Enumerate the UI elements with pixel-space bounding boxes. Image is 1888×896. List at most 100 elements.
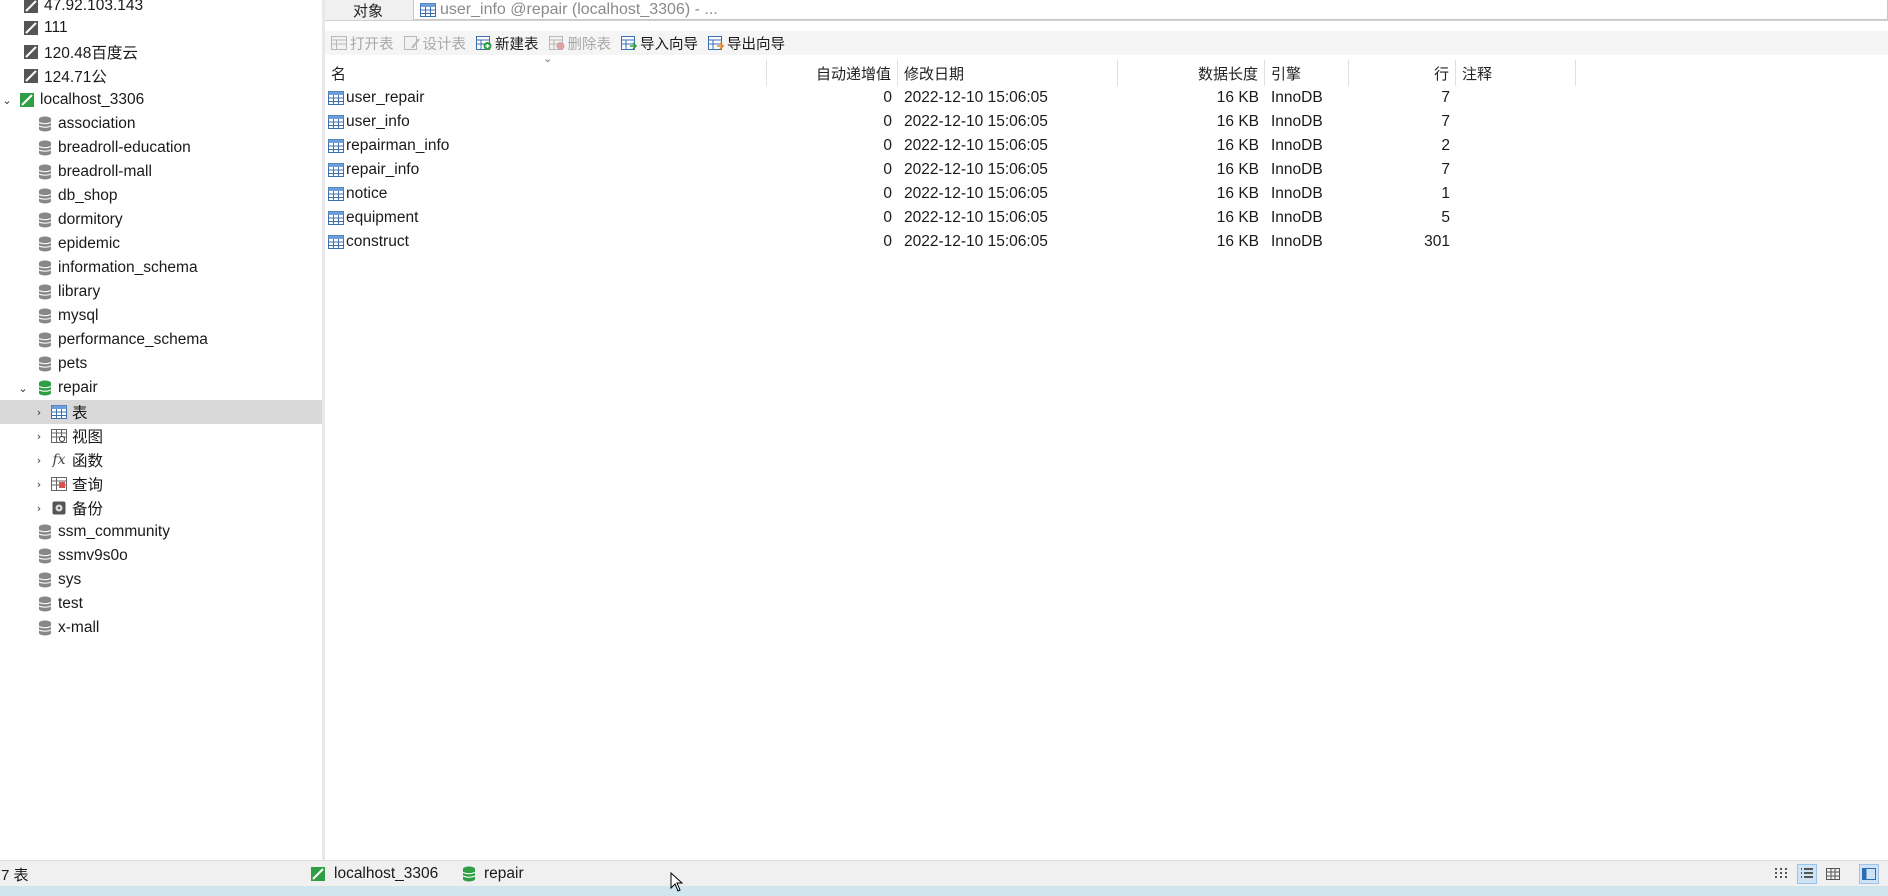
table-row[interactable]: user_info 0 2022-12-10 15:06:05 16 KB InnoDB… — [325, 110, 1565, 134]
tree-item-database[interactable]: x-mall — [0, 616, 322, 640]
detail-view-icon[interactable] — [1824, 865, 1842, 883]
tree-item-label: 函数 — [72, 453, 104, 470]
design-table-button[interactable]: 设计表 — [403, 33, 466, 54]
tree-item-database[interactable]: information_schema — [0, 256, 322, 280]
table-row[interactable]: construct 0 2022-12-10 15:06:05 16 KB InnoDB… — [325, 230, 1565, 254]
connection-tree[interactable]: 47.92.103.143 111 120.48百度云 124.71公 ⌄ lo… — [0, 0, 325, 860]
tree-item-database[interactable]: ssmv9s0o — [0, 544, 322, 568]
tree-item-label: breadroll-education — [58, 139, 191, 156]
tree-item-tables[interactable]: › 表 — [0, 400, 322, 424]
tree-item-database[interactable]: ssm_community — [0, 520, 322, 544]
table-row[interactable]: user_repair 0 2022-12-10 15:06:05 16 KB Inno… — [325, 86, 1565, 110]
database-icon — [36, 619, 54, 637]
database-icon — [36, 163, 54, 181]
chevron-down-icon[interactable]: ⌄ — [16, 382, 30, 395]
server-connection-icon — [22, 0, 40, 15]
delete-table-icon — [548, 36, 565, 50]
table-row[interactable]: repair_info 0 2022-12-10 15:06:05 16 KB Inno… — [325, 158, 1565, 182]
tree-item-views[interactable]: › 视图 — [0, 424, 322, 448]
sidebar-toggle-icon[interactable] — [1859, 864, 1879, 884]
table-icon — [420, 2, 436, 17]
tree-item-database[interactable]: pets — [0, 352, 322, 376]
tree-item-label: 47.92.103.143 — [44, 0, 144, 14]
tree-item-database[interactable]: db_shop — [0, 184, 322, 208]
chevron-right-icon[interactable]: › — [32, 478, 46, 491]
delete-table-button[interactable]: 删除表 — [548, 33, 611, 54]
tree-item-database[interactable]: sys — [0, 568, 322, 592]
grid-view-icon[interactable] — [1772, 865, 1790, 883]
grid-header: ⌄ 名 自动递增值 修改日期 数据长度 引擎 行 注释 — [325, 52, 1888, 86]
tree-item-connection[interactable]: 120.48百度云 — [0, 40, 322, 64]
import-wizard-button[interactable]: 导入向导 — [621, 33, 698, 54]
cell-row-count: 1 — [1441, 185, 1450, 202]
table-name-label: user_repair — [346, 89, 425, 106]
column-header-rows[interactable]: 行 — [1349, 60, 1456, 86]
server-connection-icon — [22, 19, 40, 37]
export-wizard-button[interactable]: 导出向导 — [708, 33, 785, 54]
table-name-label: equipment — [346, 209, 419, 226]
table-row[interactable]: repairman_info 0 2022-12-10 15:06:05 16 KB I… — [325, 134, 1565, 158]
tree-item-database[interactable]: test — [0, 592, 322, 616]
chevron-right-icon[interactable]: › — [32, 502, 46, 515]
server-connection-icon — [22, 43, 40, 61]
tree-item-database[interactable]: library — [0, 280, 322, 304]
database-icon — [36, 307, 54, 325]
tree-item-database[interactable]: mysql — [0, 304, 322, 328]
column-header-engine[interactable]: 引擎 — [1265, 60, 1349, 86]
tree-item-database-repair[interactable]: ⌄ repair — [0, 376, 322, 400]
tree-item-localhost[interactable]: ⌄ localhost_3306 — [0, 88, 322, 112]
cell-comment — [1456, 182, 1576, 206]
table-row[interactable]: equipment 0 2022-12-10 15:06:05 16 KB InnoDB… — [325, 206, 1565, 230]
tree-item-database[interactable]: dormitory — [0, 208, 322, 232]
tree-item-label: breadroll-mall — [58, 163, 152, 180]
cell-comment — [1456, 206, 1576, 230]
database-open-icon — [36, 379, 54, 397]
cell-engine: InnoDB — [1271, 233, 1323, 250]
tree-item-label: repair — [58, 379, 98, 396]
status-connection: localhost_3306 — [310, 861, 438, 887]
tree-item-backups[interactable]: › 备份 — [0, 496, 322, 520]
tables-icon — [50, 403, 68, 421]
list-view-icon[interactable] — [1797, 864, 1817, 884]
tree-item-database[interactable]: performance_schema — [0, 328, 322, 352]
column-header-modified-date[interactable]: 修改日期 — [898, 60, 1118, 86]
tab-table-editor[interactable]: user_info @repair (localhost_3306) - ... — [413, 0, 1888, 20]
cell-modified-date: 2022-12-10 15:06:05 — [904, 209, 1048, 226]
cell-engine: InnoDB — [1271, 89, 1323, 106]
tree-item-database[interactable]: association — [0, 112, 322, 136]
new-table-button[interactable]: 新建表 — [476, 33, 539, 54]
tree-item-database[interactable]: epidemic — [0, 232, 322, 256]
tree-item-database[interactable]: breadroll-mall — [0, 160, 322, 184]
database-icon — [36, 331, 54, 349]
column-header-data-length[interactable]: 数据长度 — [1118, 60, 1265, 86]
table-row[interactable]: notice 0 2022-12-10 15:06:05 16 KB InnoDB 1 — [325, 182, 1565, 206]
column-header-comment[interactable]: 注释 — [1456, 60, 1576, 86]
cell-modified-date: 2022-12-10 15:06:05 — [904, 161, 1048, 178]
tree-item-label: ssm_community — [58, 523, 170, 540]
cell-row-count: 2 — [1441, 137, 1450, 154]
tree-item-queries[interactable]: › 查询 — [0, 472, 322, 496]
tree-item-functions[interactable]: › fx 函数 — [0, 448, 322, 472]
tree-item-connection[interactable]: 111 — [0, 16, 322, 40]
cell-table-name: repairman_info — [325, 134, 767, 158]
table-name-label: repairman_info — [346, 137, 450, 154]
open-table-button[interactable]: 打开表 — [331, 33, 394, 54]
cell-comment — [1456, 158, 1576, 182]
column-header-name[interactable]: 名 — [325, 60, 767, 86]
tree-item-database[interactable]: breadroll-education — [0, 136, 322, 160]
tree-item-label: x-mall — [58, 619, 100, 636]
tree-item-label: ssmv9s0o — [58, 547, 128, 564]
tree-item-label: dormitory — [58, 211, 123, 228]
chevron-down-icon[interactable]: ⌄ — [0, 94, 14, 107]
import-wizard-label: 导入向导 — [640, 36, 698, 53]
chevron-right-icon[interactable]: › — [32, 430, 46, 443]
cell-row-count: 301 — [1424, 233, 1450, 250]
chevron-right-icon[interactable]: › — [32, 454, 46, 467]
tree-item-label: library — [58, 283, 101, 300]
chevron-right-icon[interactable]: › — [32, 406, 46, 419]
mysql-connection-icon — [18, 91, 36, 109]
column-header-auto-increment[interactable]: 自动递增值 — [767, 60, 898, 86]
tab-objects[interactable]: 对象 — [325, 0, 411, 20]
tree-item-connection[interactable]: 124.71公 — [0, 64, 322, 88]
tables-grid[interactable]: ⌄ 名 自动递增值 修改日期 数据长度 引擎 行 注释 user_repair 0… — [325, 52, 1888, 860]
